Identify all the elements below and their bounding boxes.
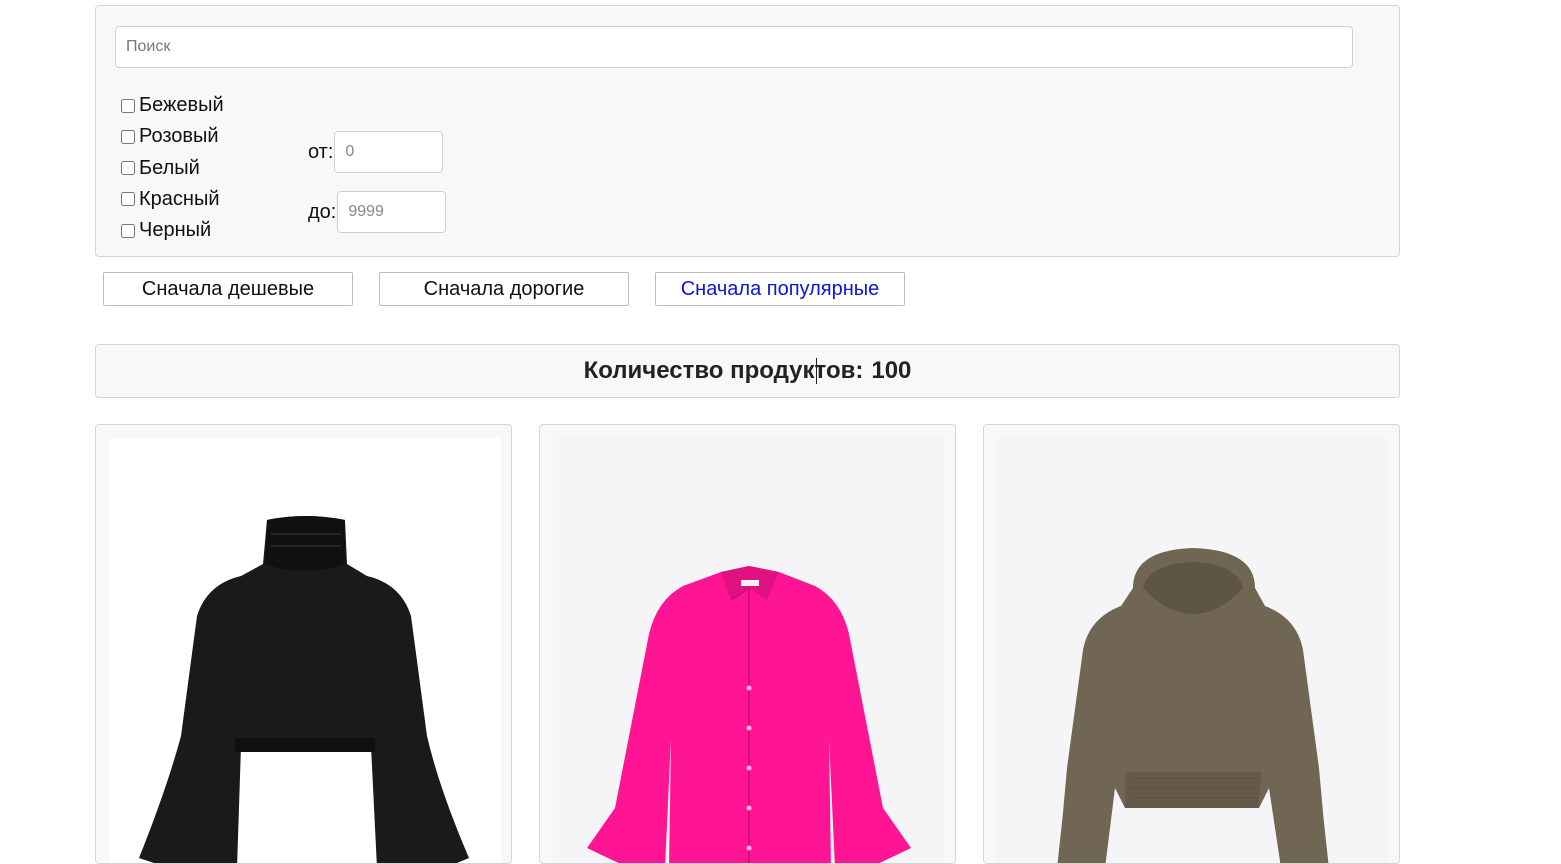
- color-filter-label: Черный: [139, 219, 212, 242]
- price-from-group: от:: [308, 131, 444, 173]
- color-filter-white[interactable]: Белый: [120, 153, 224, 184]
- filter-panel: Бежевый Розовый Белый Красный Черный от:…: [95, 5, 1400, 257]
- text-cursor: [816, 358, 817, 384]
- checkbox-black[interactable]: [121, 223, 135, 238]
- color-filter-label: Красный: [139, 187, 220, 210]
- sort-expensive-first-button[interactable]: Сначала дорогие: [379, 272, 629, 306]
- color-filter-label: Розовый: [139, 125, 219, 148]
- product-image-khaki-hoodie[interactable]: [997, 438, 1389, 863]
- color-filter-label: Белый: [139, 156, 200, 179]
- price-to-group: до:: [308, 191, 447, 233]
- checkbox-pink[interactable]: [121, 129, 135, 144]
- checkbox-red[interactable]: [121, 192, 135, 207]
- product-card[interactable]: [539, 424, 956, 864]
- product-count-label: Количество продуктов:: [583, 357, 864, 384]
- color-filter-label: Бежевый: [139, 94, 224, 117]
- price-to-input[interactable]: [337, 191, 447, 233]
- color-filter-list: Бежевый Розовый Белый Красный Черный: [120, 90, 224, 246]
- product-count-value: 100: [871, 357, 912, 384]
- price-from-input[interactable]: [334, 131, 444, 173]
- checkbox-beige[interactable]: [121, 98, 135, 113]
- search-input[interactable]: [115, 26, 1353, 68]
- sort-popular-first-button[interactable]: Сначала популярные: [655, 272, 905, 306]
- color-filter-pink[interactable]: Розовый: [120, 121, 224, 152]
- product-image-black-turtleneck-sweater[interactable]: [109, 438, 501, 863]
- product-count-panel: Количество продуктов: 100: [95, 344, 1400, 398]
- color-filter-beige[interactable]: Бежевый: [120, 90, 224, 121]
- color-filter-red[interactable]: Красный: [120, 184, 224, 215]
- checkbox-white[interactable]: [121, 161, 135, 176]
- product-card[interactable]: [95, 424, 512, 864]
- product-image-pink-oversized-shirt[interactable]: [553, 438, 945, 863]
- product-card[interactable]: [983, 424, 1400, 864]
- price-to-label: до:: [308, 200, 337, 223]
- sort-cheap-first-button[interactable]: Сначала дешевые: [103, 272, 353, 306]
- price-from-label: от:: [308, 140, 334, 163]
- color-filter-black[interactable]: Черный: [120, 215, 224, 246]
